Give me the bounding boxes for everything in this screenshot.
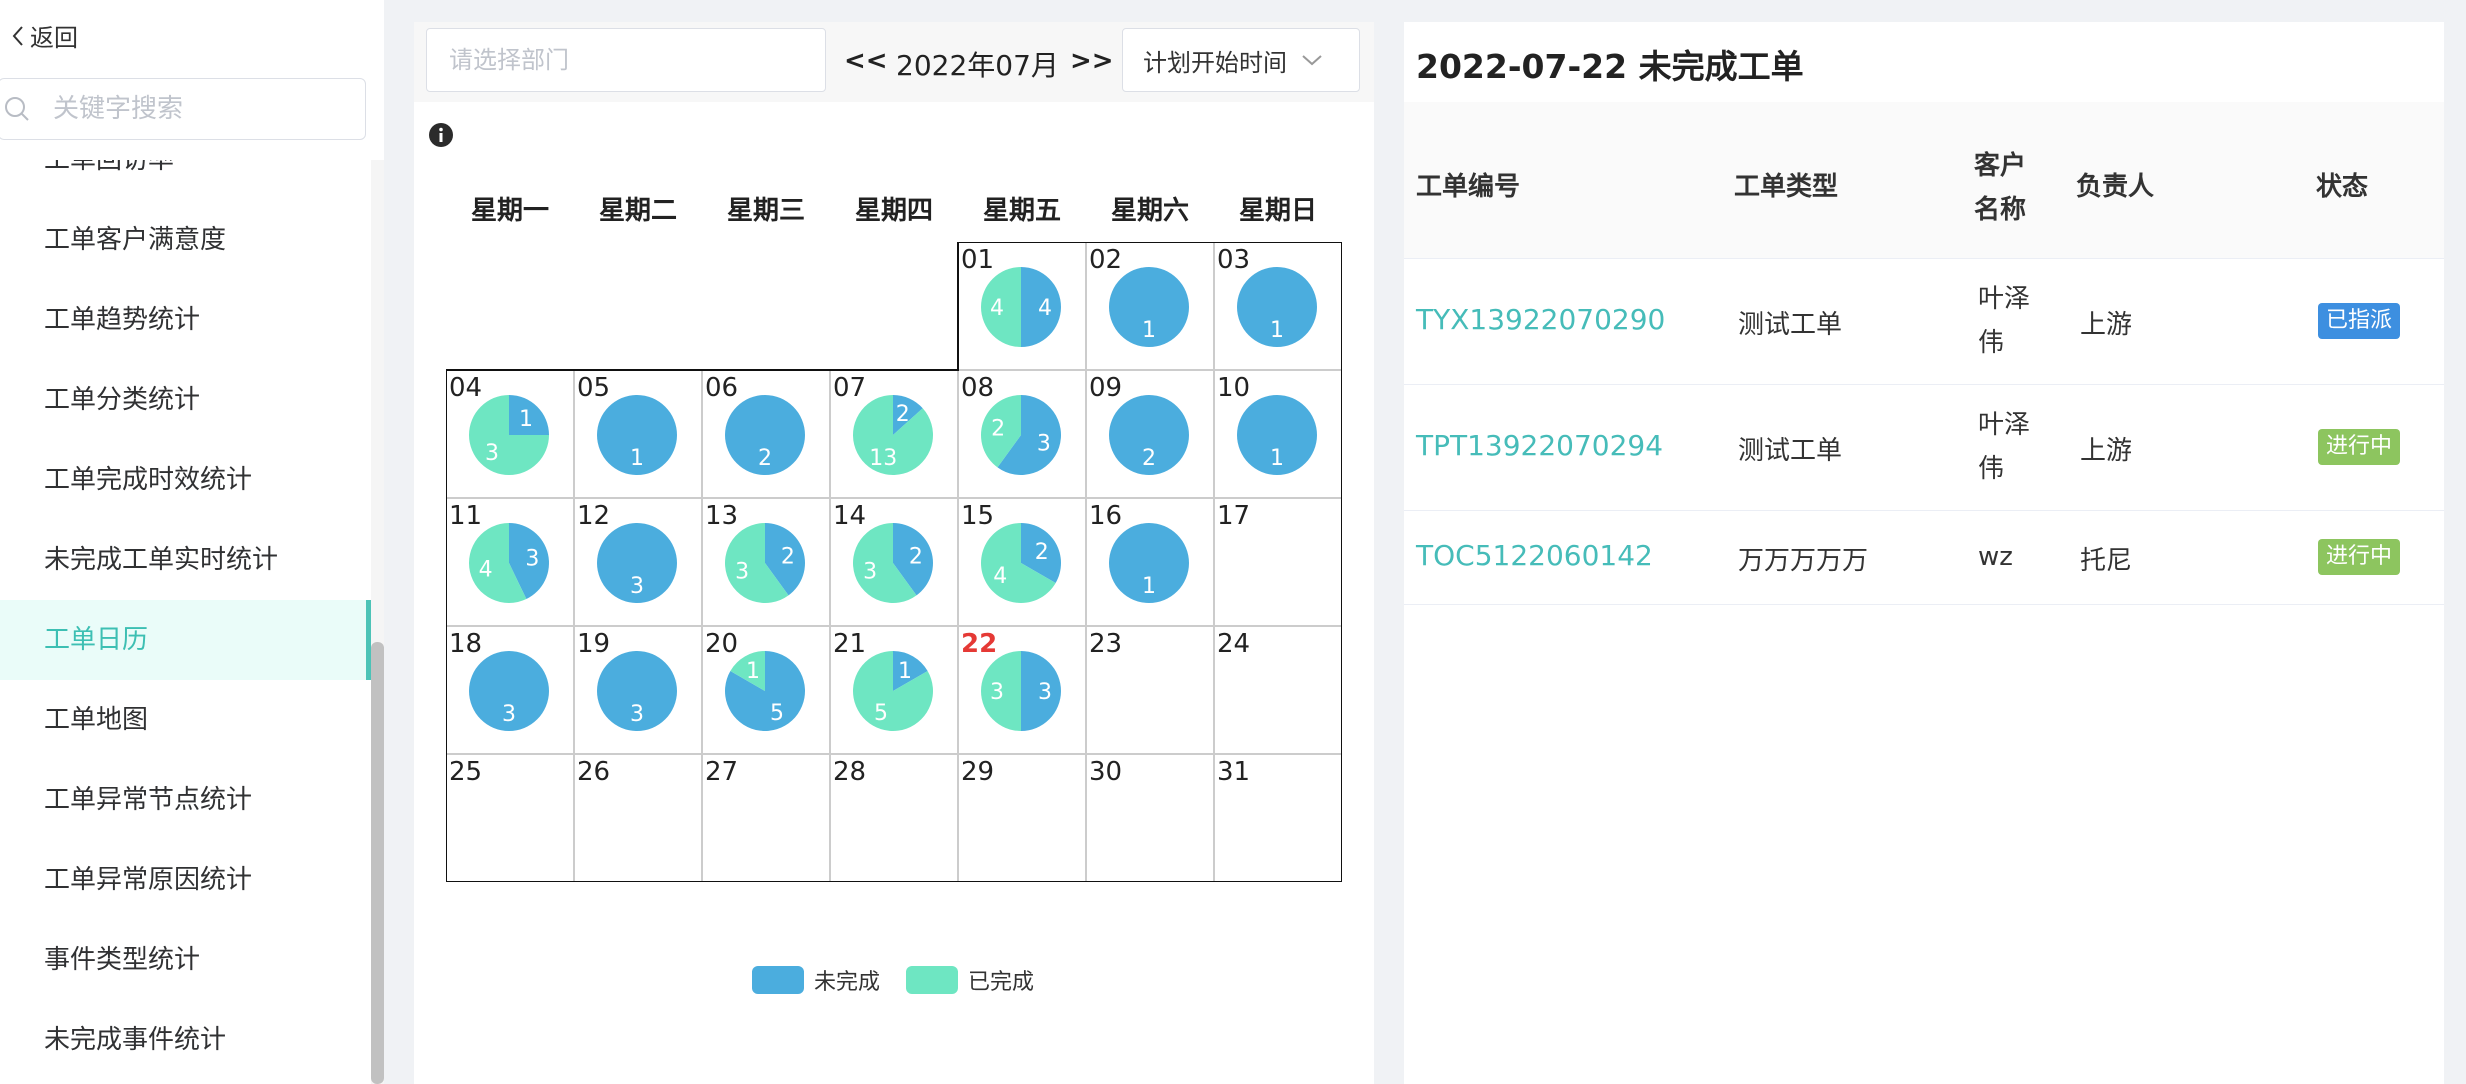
next-month-button[interactable]: >>	[1070, 46, 1114, 76]
chevron-down-icon	[1302, 55, 1322, 66]
sidebar: 返回 工单回访率工单客户满意度工单趋势统计工单分类统计工单完成时效统计未完成工单…	[0, 0, 384, 1084]
sidebar-item[interactable]: 工单异常节点统计	[0, 760, 372, 840]
sidebar-item[interactable]: 未完成事件统计	[0, 1000, 372, 1080]
department-input[interactable]	[427, 29, 811, 91]
sidebar-menu: 工单回访率 工单客户满意度 工单趋势统计 工单分类统计 工单完成时效统计 未完成工单实时统…	[0, 160, 372, 1084]
column-header-type: 工单类型	[1734, 172, 1839, 202]
scrollbar-thumb[interactable]	[371, 642, 384, 1084]
table-header: 工单编号 工单类型 客户 名称 负责人 状态	[1404, 102, 2444, 259]
weekday-header: 星期三	[726, 196, 805, 226]
sidebar-item[interactable]: 工单地图	[0, 680, 372, 760]
column-header-customer-line2: 名称	[1974, 195, 2027, 225]
weekday-header: 星期一	[470, 196, 549, 226]
table-row[interactable]: TPT13922070294 测试工单 叶泽伟 上游 进行中	[1404, 384, 2444, 511]
work-order-type: 测试工单	[1738, 436, 1843, 466]
sidebar-item[interactable]: 工单分类统计	[0, 360, 372, 440]
sidebar-item[interactable]: 未完成工单实时统计	[0, 520, 372, 600]
status-badge: 进行中	[2318, 429, 2401, 465]
weekday-header: 星期六	[1110, 196, 1189, 226]
sidebar-item[interactable]: 工单完成时效统计	[0, 440, 372, 520]
calendar-panel: << 2022年07月 >> 计划开始时间 星期一 星期二 星期三 星期四 星期五 星期六…	[414, 22, 1374, 1084]
customer-name: wz	[1978, 535, 2013, 579]
back-label: 返回	[30, 24, 78, 52]
work-order-id-link[interactable]: TOC5122060142	[1416, 539, 1653, 572]
legend-swatch-incomplete	[752, 966, 804, 994]
work-order-id-link[interactable]: TPT13922070294	[1416, 429, 1663, 462]
customer-name-line: 伟	[1978, 328, 2005, 358]
weekday-header: 星期四	[854, 196, 933, 226]
work-order-type: 万万万万万	[1738, 546, 1869, 576]
keyword-search-input[interactable]	[51, 93, 335, 125]
sidebar-item[interactable]: 工单回访率	[0, 160, 372, 200]
column-header-status: 状态	[2316, 172, 2369, 202]
sidebar-item[interactable]: 工单趋势统计	[0, 280, 372, 360]
calendar-outline	[446, 242, 1342, 882]
time-filter-select[interactable]: 计划开始时间	[1122, 28, 1360, 92]
status-badge: 进行中	[2318, 539, 2401, 575]
customer-name-line: wz	[1978, 542, 2013, 572]
sidebar-item[interactable]: 工单日历	[0, 600, 372, 680]
weekday-header: 星期二	[598, 196, 677, 226]
legend-label-incomplete: 未完成	[814, 970, 881, 995]
search-icon	[5, 97, 29, 121]
time-filter-label: 计划开始时间	[1143, 48, 1287, 77]
detail-panel: 2022-07-22 未完成工单 工单编号 工单类型 客户 名称 负责人 状态 …	[1404, 22, 2444, 1084]
weekday-header: 星期日	[1238, 196, 1317, 226]
legend-item-complete[interactable]: 已完成	[906, 964, 1034, 996]
column-header-owner: 负责人	[2076, 172, 2155, 202]
customer-name: 叶泽伟	[1978, 277, 2030, 365]
work-order-type: 测试工单	[1738, 310, 1843, 340]
keyword-search-box	[0, 78, 366, 140]
sidebar-item[interactable]: 工单异常原因统计	[0, 840, 372, 920]
weekday-header: 星期五	[982, 196, 1061, 226]
customer-name-line: 伟	[1978, 454, 2005, 484]
sidebar-item[interactable]: 事件类型统计	[0, 920, 372, 1000]
legend-item-incomplete[interactable]: 未完成	[752, 964, 880, 996]
column-header-customer: 客户 名称	[1974, 144, 2026, 232]
column-header-customer-line1: 客户	[1974, 151, 2027, 181]
customer-name: 叶泽伟	[1978, 403, 2030, 491]
owner-name: 上游	[2080, 310, 2133, 340]
table-row[interactable]: TYX13922070290 测试工单 叶泽伟 上游 已指派	[1404, 258, 2444, 385]
prev-month-button[interactable]: <<	[844, 46, 888, 76]
sidebar-scrollbar[interactable]	[371, 160, 384, 1084]
owner-name: 托尼	[2080, 546, 2133, 576]
column-header-id: 工单编号	[1416, 172, 1521, 202]
legend-swatch-complete	[906, 966, 958, 994]
customer-name-line: 叶泽	[1978, 284, 2031, 314]
current-month: 2022年07月	[896, 49, 1059, 82]
back-button[interactable]: 返回	[10, 18, 78, 53]
department-select[interactable]	[426, 28, 826, 92]
work-order-id-link[interactable]: TYX13922070290	[1416, 303, 1665, 336]
calendar-grid: 31 30 29 28 27 26 25 24 23 22 3 3 21 1 5 20 5 1 19 3 18 3 17 16…	[446, 242, 1342, 882]
owner-name: 上游	[2080, 436, 2133, 466]
customer-name-line: 叶泽	[1978, 410, 2031, 440]
info-icon[interactable]	[428, 122, 454, 148]
table-row[interactable]: TOC5122060142 万万万万万 wz 托尼 进行中	[1404, 510, 2444, 605]
sidebar-item[interactable]: 工单客户满意度	[0, 200, 372, 280]
detail-title: 2022-07-22 未完成工单	[1416, 47, 1804, 86]
status-badge: 已指派	[2318, 303, 2401, 339]
calendar-toolbar: << 2022年07月 >> 计划开始时间	[414, 22, 1374, 102]
chevron-left-icon	[12, 25, 23, 46]
legend-label-complete: 已完成	[968, 970, 1035, 995]
